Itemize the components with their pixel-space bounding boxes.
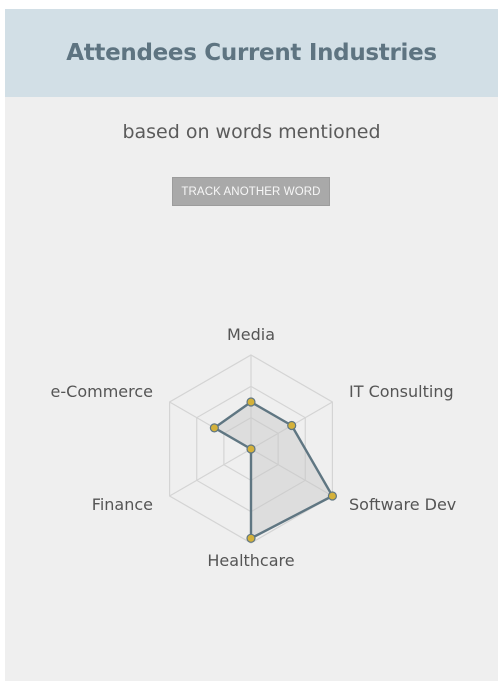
axis-label-2: Software Dev bbox=[349, 495, 456, 514]
radar-series bbox=[209, 397, 338, 543]
axis-label-0: Media bbox=[227, 325, 275, 344]
data-point-4 bbox=[246, 444, 256, 454]
data-point-3 bbox=[246, 533, 256, 543]
axis-label-4: Finance bbox=[92, 495, 153, 514]
data-point-2 bbox=[327, 491, 338, 501]
axis-label-3: Healthcare bbox=[207, 551, 294, 570]
axis-label-5: e-Commerce bbox=[51, 382, 153, 401]
series-area-0 bbox=[213, 400, 334, 540]
axis-label-1: IT Consulting bbox=[349, 382, 454, 401]
data-point-5 bbox=[209, 423, 219, 433]
data-point-1 bbox=[287, 420, 297, 431]
axis-spoke-4 bbox=[169, 448, 252, 497]
data-point-0 bbox=[246, 397, 256, 407]
radar-chart: Media IT Consulting Software Dev Healthcare… bbox=[51, 325, 457, 570]
